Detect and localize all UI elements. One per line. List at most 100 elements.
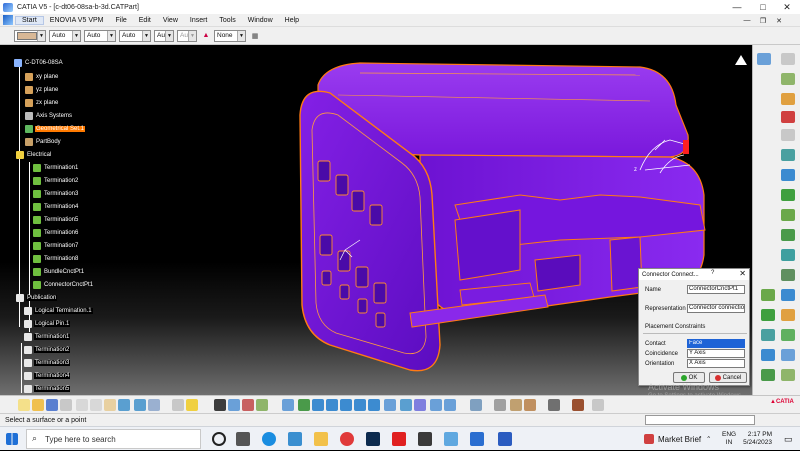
menu-edit[interactable]: Edit	[133, 17, 157, 24]
rotate-icon[interactable]	[326, 399, 338, 411]
tree-root[interactable]: C-DT06-08SA	[14, 59, 64, 67]
tree-item-termination6[interactable]: Termination6	[33, 229, 79, 237]
formula-icon[interactable]	[172, 399, 184, 411]
termination-icon[interactable]	[781, 209, 795, 221]
pin-icon[interactable]	[781, 93, 795, 105]
orientation-field[interactable]: X Axis	[687, 359, 745, 368]
tree-item-xy-plane[interactable]: xy plane	[25, 73, 59, 81]
doc-close-button[interactable]: ✕	[772, 14, 786, 27]
menu-file[interactable]: File	[109, 17, 132, 24]
cut-icon[interactable]	[76, 399, 88, 411]
tree-item-termination2[interactable]: Termination2	[33, 177, 79, 185]
layer-filter-combo[interactable]: None ▼	[214, 29, 246, 42]
copy-icon[interactable]	[90, 399, 102, 411]
snap-icon[interactable]	[781, 309, 795, 321]
language-indicator[interactable]: ENG IN	[722, 427, 736, 451]
zoom-out-icon[interactable]	[354, 399, 366, 411]
tree-item-termination7[interactable]: Termination7	[33, 242, 79, 250]
tree-item-axis-systems[interactable]: Axis Systems	[25, 112, 73, 120]
publication-icon[interactable]	[781, 289, 795, 301]
menu-help[interactable]: Help	[279, 17, 305, 24]
linewidth-combo[interactable]: Auto ▼	[84, 29, 116, 42]
print-icon[interactable]	[60, 399, 72, 411]
menu-enovia[interactable]: ENOVIA V5 VPM	[44, 17, 110, 24]
multi-view-icon[interactable]	[384, 399, 396, 411]
device-icon[interactable]	[781, 269, 795, 281]
menu-window[interactable]: Window	[242, 17, 279, 24]
youtube-icon[interactable]	[392, 432, 406, 446]
cortana-icon[interactable]	[212, 432, 226, 446]
catia-taskbar-icon[interactable]	[444, 432, 458, 446]
menu-tools[interactable]: Tools	[213, 17, 241, 24]
update-icon[interactable]	[781, 369, 795, 381]
tree-item-termination8[interactable]: Termination8	[33, 255, 79, 263]
name-field[interactable]: ConnectorCnctPt1	[687, 285, 745, 294]
apply-material-icon[interactable]	[510, 399, 522, 411]
whats-this-icon[interactable]	[148, 399, 160, 411]
contact-field[interactable]: Face	[687, 339, 745, 348]
warning-icon[interactable]	[781, 111, 795, 123]
hide-show-icon[interactable]	[430, 399, 442, 411]
file-explorer-icon[interactable]	[314, 432, 328, 446]
catalog-icon[interactable]	[494, 399, 506, 411]
task-view-icon[interactable]	[236, 432, 250, 446]
app-icon[interactable]	[418, 432, 432, 446]
photos-icon[interactable]	[288, 432, 302, 446]
tree-item-yz-plane[interactable]: yz plane	[25, 86, 59, 94]
redo-icon[interactable]	[134, 399, 146, 411]
grid-icon[interactable]	[214, 399, 226, 411]
layer-properties-icon[interactable]: ▦	[249, 30, 261, 42]
paste-icon[interactable]	[104, 399, 116, 411]
taskbar-search-box[interactable]: ⌕ Type here to search	[26, 429, 201, 449]
minimize-button[interactable]: —	[726, 0, 748, 14]
scale-icon[interactable]	[761, 369, 775, 381]
menu-view[interactable]: View	[157, 17, 184, 24]
tree-item-electrical[interactable]: Electrical	[16, 151, 52, 159]
shading-icon[interactable]	[414, 399, 426, 411]
compass-icon[interactable]	[735, 53, 747, 65]
weather-widget[interactable]: Market Brief	[644, 427, 701, 451]
dialog-close-icon[interactable]: ✕	[739, 269, 746, 278]
tree-item-termination4[interactable]: Termination4	[33, 203, 79, 211]
tree-item-bundle-cnct-pt[interactable]: BundleCnctPt1	[33, 268, 85, 276]
tray-chevron-icon[interactable]: ⌃	[706, 427, 711, 451]
maximize-button[interactable]: □	[752, 0, 774, 14]
menu-insert[interactable]: Insert	[184, 17, 214, 24]
shortcut-icon[interactable]	[592, 399, 604, 411]
windows-start-icon[interactable]	[6, 433, 18, 445]
save-icon[interactable]	[46, 399, 58, 411]
analysis-icon[interactable]	[761, 309, 775, 321]
clock[interactable]: 2:17 PM 5/24/2023	[740, 427, 772, 451]
analysis-tool-icon[interactable]	[572, 399, 584, 411]
representation-field[interactable]: Connector connectio	[687, 304, 745, 313]
constraint-icon[interactable]	[242, 399, 254, 411]
tree-item-pub-termination1[interactable]: Termination1	[24, 333, 71, 341]
opera-icon[interactable]	[340, 432, 354, 446]
undo-icon[interactable]	[118, 399, 130, 411]
notifications-icon[interactable]: ▭	[784, 427, 793, 451]
point-combo[interactable]: Aut ▼	[154, 29, 174, 42]
cavity-icon[interactable]	[781, 149, 795, 161]
tree-item-pub-termination2[interactable]: Termination2	[24, 346, 71, 354]
photoshop-icon[interactable]	[366, 432, 380, 446]
painter-icon[interactable]: ▲	[200, 30, 212, 42]
arrow-right-icon[interactable]	[781, 129, 795, 141]
menu-start[interactable]: Start	[15, 15, 44, 25]
measure-between-icon[interactable]	[470, 399, 482, 411]
zoom-in-icon[interactable]	[340, 399, 352, 411]
tree-item-termination1[interactable]: Termination1	[33, 164, 79, 172]
command-input[interactable]	[645, 415, 755, 425]
linetype-combo[interactable]: Auto ▼	[119, 29, 151, 42]
word-icon[interactable]	[498, 432, 512, 446]
bundle-point-icon[interactable]	[781, 189, 795, 201]
workbench-icon[interactable]	[757, 53, 771, 65]
swap-visible-icon[interactable]	[444, 399, 456, 411]
mirror-icon[interactable]	[781, 349, 795, 361]
color-combo[interactable]: ▼	[14, 29, 46, 42]
pan-icon[interactable]	[312, 399, 324, 411]
transform-icon[interactable]	[761, 349, 775, 361]
pattern-icon[interactable]	[781, 329, 795, 341]
toolbar-handle-icon[interactable]	[781, 53, 795, 65]
tree-item-pub-termination5[interactable]: Termination5	[24, 385, 71, 393]
fit-all-icon[interactable]	[298, 399, 310, 411]
